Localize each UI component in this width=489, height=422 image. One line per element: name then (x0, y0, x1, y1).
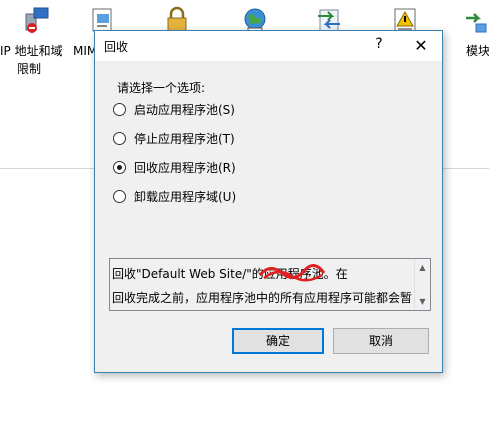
help-button[interactable]: ? (371, 36, 387, 56)
close-button[interactable]: ✕ (411, 36, 431, 56)
option-stop-app-pool[interactable]: 停止应用程序池(T) (113, 129, 235, 147)
description-textbox[interactable]: 回收"Default Web Site/"的应用程序池。在 回收完成之前，应用程… (109, 258, 431, 311)
ip-restrictions-label-1: IP 地址和域 (0, 44, 63, 58)
description-scrollbar[interactable]: ▲ ▼ (414, 259, 430, 310)
option-label: 回收应用程序池(R) (134, 160, 236, 175)
dialog-title: 回收 (104, 40, 129, 54)
option-recycle-app-pool[interactable]: 回收应用程序池(R) (113, 158, 236, 176)
recycle-dialog: 回收 ? ✕ 请选择一个选项: 启动应用程序池(S) 停止应用程序池(T) 回收… (94, 30, 443, 373)
ok-button[interactable]: 确定 (232, 328, 324, 354)
dialog-titlebar[interactable]: 回收 ? ✕ (95, 31, 442, 61)
modules-icon (466, 13, 487, 33)
ip-domain-restrictions-item[interactable]: IP 地址和域 限制 (0, 0, 70, 80)
scroll-up-icon[interactable]: ▲ (418, 263, 427, 272)
scroll-down-icon[interactable]: ▼ (418, 297, 427, 306)
option-unload-app-domain[interactable]: 卸载应用程序域(U) (113, 187, 236, 205)
description-line-2: 回收完成之前，应用程序池中的所有应用程序可能都会暂 (112, 291, 412, 305)
ip-restrictions-icon (25, 7, 49, 33)
redaction-scribble (258, 264, 326, 282)
modules-item[interactable]: 模块 (456, 0, 489, 80)
cancel-button[interactable]: 取消 (333, 328, 429, 354)
options-prompt: 请选择一个选项: (117, 81, 206, 95)
iis-manager-background: IP 地址和域 限制 MIM 模块 回收 ? ✕ 请选择一个选项: 启动应用程序… (0, 0, 489, 422)
option-label: 停止应用程序池(T) (134, 131, 235, 146)
radio-button[interactable] (113, 189, 126, 203)
radio-button[interactable] (113, 131, 126, 145)
option-label: 卸载应用程序域(U) (134, 189, 237, 204)
modules-label: 模块 (466, 44, 489, 58)
option-start-app-pool[interactable]: 启动应用程序池(S) (113, 100, 235, 118)
radio-button[interactable] (113, 102, 126, 116)
radio-button-selected[interactable] (113, 160, 126, 174)
ip-restrictions-label-2: 限制 (17, 62, 42, 76)
option-label: 启动应用程序池(S) (134, 102, 235, 117)
